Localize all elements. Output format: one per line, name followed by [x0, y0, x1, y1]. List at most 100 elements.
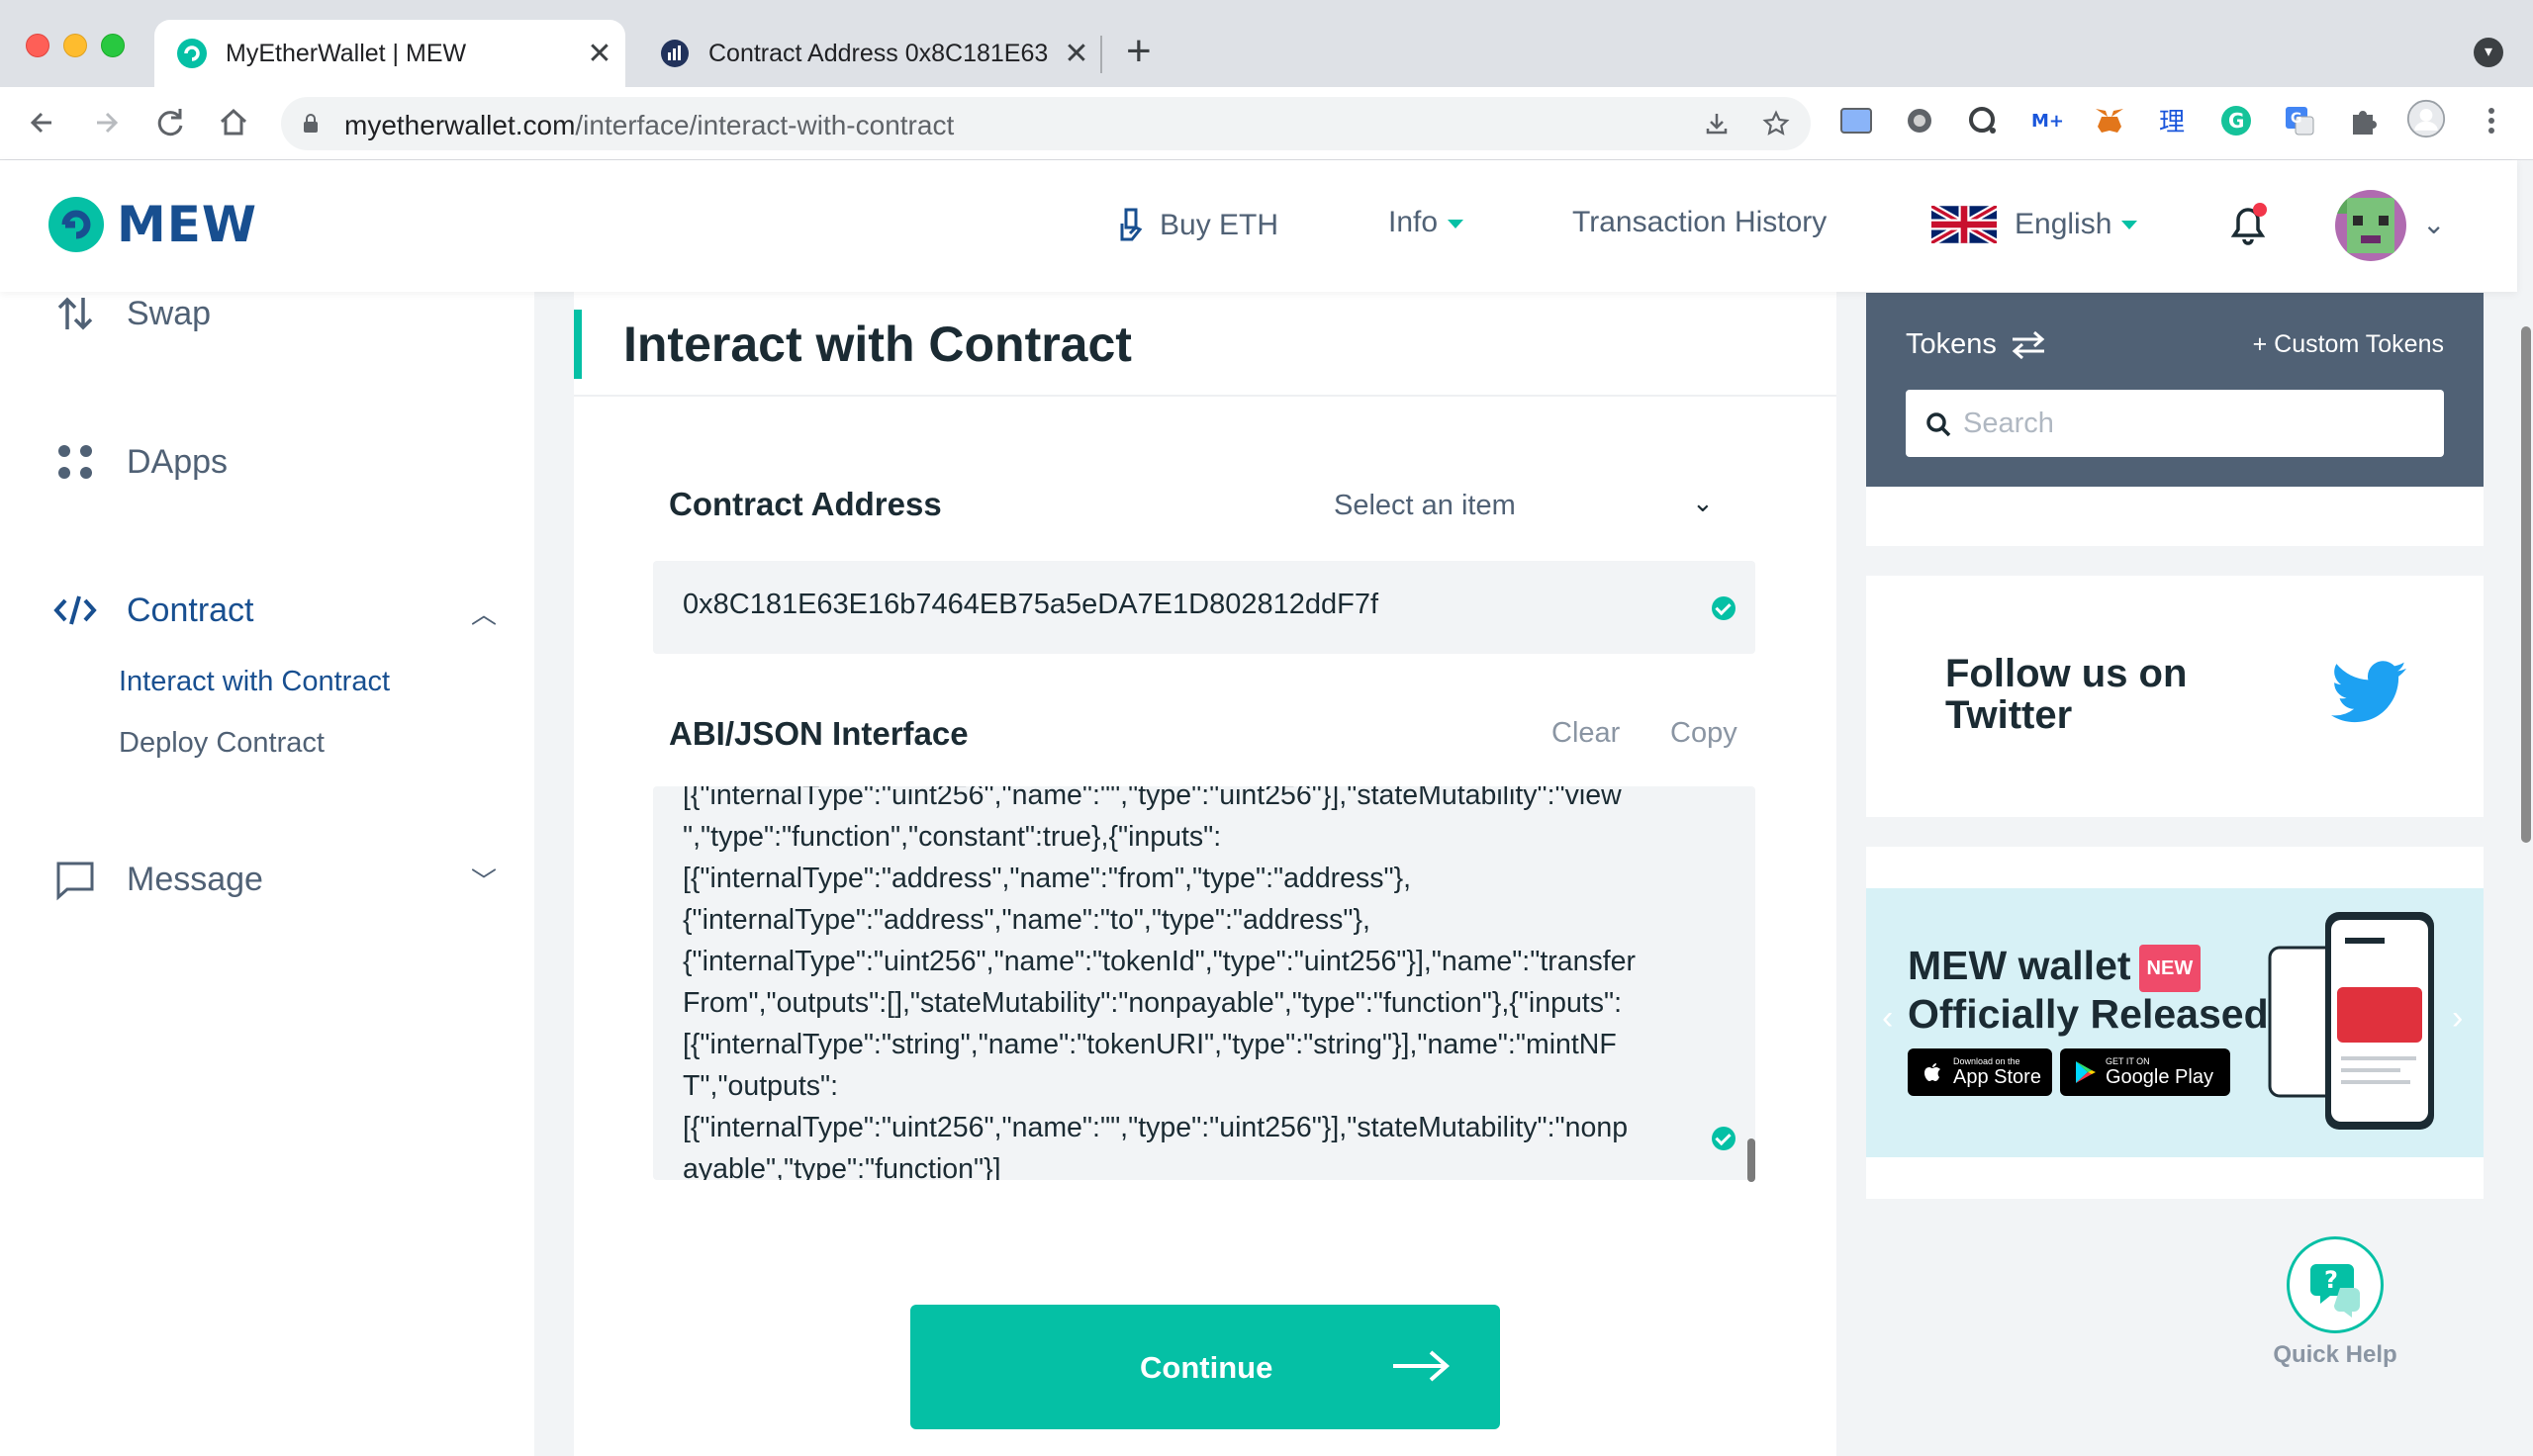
quick-help-icon: ? [2287, 1236, 2384, 1333]
swap-arrows-icon [57, 297, 93, 330]
tab-title: MyEtherWallet | MEW [226, 39, 467, 67]
app-store-button[interactable]: Download on the App Store [1908, 1048, 2052, 1096]
uk-flag-icon [1931, 206, 1997, 243]
tab-myetherwallet[interactable]: MyEtherWallet | MEW ✕ [154, 20, 625, 87]
abi-line: [{"internalType":"uint256","name":"","ty… [683, 786, 1622, 811]
grammarly-icon[interactable]: G [2216, 101, 2256, 140]
reload-icon[interactable] [148, 101, 192, 144]
extensions-puzzle-icon[interactable] [2343, 101, 2383, 140]
tab-close-icon[interactable]: ✕ [580, 37, 619, 71]
page-scrollbar[interactable] [2521, 326, 2531, 843]
twitter-line-1: Follow us on [1945, 652, 2188, 695]
tab-contract-address[interactable]: Contract Address 0x8C181E63 ✕ [637, 20, 1102, 87]
home-icon[interactable] [212, 101, 255, 144]
promo-line-2: Officially Released [1908, 991, 2269, 1038]
abi-line: From","outputs":[],"stateMutability":"no… [683, 987, 1623, 1019]
token-search-box[interactable] [1906, 390, 2444, 457]
back-arrow-icon[interactable] [22, 101, 65, 144]
interact-contract-card: Interact with Contract Contract Address … [574, 292, 1836, 1456]
google-play-icon [2076, 1061, 2096, 1083]
carousel-next-icon[interactable]: › [2452, 999, 2463, 1038]
token-search-input[interactable] [1963, 400, 2428, 447]
app-store-small-text: Download on the [1953, 1056, 2020, 1066]
quick-help-button[interactable]: ? Quick Help [2266, 1236, 2404, 1369]
twitter-card[interactable]: Follow us on Twitter [1866, 576, 2484, 817]
maximize-window-button[interactable] [101, 34, 125, 57]
mew-logo-icon [48, 197, 104, 252]
tab-close-icon[interactable]: ✕ [1057, 37, 1096, 71]
swap-horizontal-icon[interactable] [2009, 329, 2048, 361]
quick-help-label: Quick Help [2273, 1341, 2397, 1368]
google-translate-icon[interactable]: G [2280, 101, 2319, 140]
metamask-fox-icon[interactable] [2090, 101, 2129, 140]
custom-tokens-button[interactable]: + Custom Tokens [2253, 330, 2444, 359]
sidebar-item-swap[interactable]: Swap [53, 292, 211, 335]
logo-text: MEW [117, 196, 258, 253]
google-play-big-text: Google Play [2106, 1066, 2213, 1088]
contract-address-value: 0x8C181E63E16b7464EB75a5eDA7E1D802812ddF… [683, 589, 1379, 620]
sidebar-item-contract[interactable]: Contract [53, 589, 254, 632]
sidebar-subitem-deploy-contract[interactable]: Deploy Contract [119, 727, 325, 760]
continue-button[interactable]: Continue [910, 1305, 1500, 1429]
extension-m-plus-icon[interactable]: M+ [2026, 101, 2066, 140]
etherscan-favicon-icon [661, 40, 689, 67]
minimize-window-button[interactable] [63, 34, 87, 57]
abi-scrollbar[interactable] [1747, 1138, 1755, 1182]
extension-screen-icon[interactable] [1836, 101, 1876, 140]
profile-icon[interactable] [2406, 99, 2446, 138]
abi-line: [{"internalType":"address","name":"from"… [683, 863, 1412, 894]
abi-line: {"internalType":"address","name":"to","t… [683, 904, 1370, 936]
browser-menu-icon[interactable] [2480, 101, 2503, 140]
search-icon [1926, 412, 1951, 437]
promo-banner[interactable]: MEW wallet NEW Officially Released Downlo… [1866, 888, 2484, 1157]
app-store-big-text: App Store [1953, 1066, 2041, 1088]
notification-bell-icon[interactable] [2226, 200, 2270, 249]
phone-mockup-image [2268, 912, 2434, 1130]
extension-circle-icon[interactable] [1900, 101, 1939, 140]
sidebar-item-dapps[interactable]: DApps [53, 440, 228, 484]
google-play-small-text: GET IT ON [2106, 1056, 2150, 1066]
contract-address-field[interactable]: 0x8C181E63E16b7464EB75a5eDA7E1D802812ddF… [653, 561, 1755, 654]
valid-check-icon [1712, 596, 1736, 620]
sidebar-subitem-interact-with-contract[interactable]: Interact with Contract [119, 666, 390, 698]
tokens-title-label: Tokens [1906, 328, 1997, 360]
contract-select-dropdown[interactable]: Select an item [1334, 490, 1516, 522]
forward-arrow-icon[interactable] [85, 101, 129, 144]
abi-label: ABI/JSON Interface [669, 715, 969, 752]
abi-json-textarea[interactable]: [{"internalType":"uint256","name":"","ty… [653, 786, 1755, 1180]
buy-eth-link[interactable]: Buy ETH [1118, 206, 1278, 245]
abi-line: {"internalType":"uint256","name":"tokenI… [683, 946, 1636, 977]
wallet-avatar[interactable] [2335, 190, 2406, 261]
info-label: Info [1388, 206, 1439, 238]
caret-down-icon [2121, 220, 2138, 229]
url-text: myetherwallet.com/interface/interact-wit… [344, 110, 954, 141]
sidebar-item-message[interactable]: Message [53, 858, 263, 901]
chevron-up-icon[interactable]: ︿ [471, 594, 497, 631]
extension-lens-icon[interactable] [1963, 101, 2003, 140]
tokens-card: Tokens + Custom Tokens [1866, 293, 2484, 546]
install-app-icon[interactable] [1702, 109, 1732, 138]
close-window-button[interactable] [26, 34, 49, 57]
account-chevron-down-icon[interactable]: ⌄ [2422, 208, 2445, 240]
extension-kanji-icon[interactable]: 理 [2153, 101, 2193, 140]
mew-logo[interactable]: MEW [47, 196, 257, 253]
mew-header: MEW Buy ETH Info Transaction History Eng… [0, 160, 2517, 292]
language-selector[interactable]: English [1931, 206, 2138, 243]
abi-copy-button[interactable]: Copy [1670, 717, 1737, 750]
chevron-down-icon[interactable]: ⌄ [1692, 488, 1714, 518]
tab-search-chevron-icon[interactable]: ▾ [2474, 38, 2503, 67]
bookmark-star-icon[interactable] [1761, 109, 1791, 138]
new-tab-button[interactable]: + [1126, 30, 1152, 73]
abi-clear-button[interactable]: Clear [1551, 717, 1620, 750]
new-badge: NEW [2138, 945, 2202, 993]
transaction-history-link[interactable]: Transaction History [1572, 206, 1827, 239]
google-play-button[interactable]: GET IT ON Google Play [2060, 1048, 2230, 1096]
buy-eth-label: Buy ETH [1160, 209, 1279, 241]
twitter-text: Follow us on Twitter [1945, 653, 2187, 736]
apple-icon [1924, 1063, 1940, 1081]
tab-title: Contract Address 0x8C181E63 [708, 39, 1049, 67]
carousel-prev-icon[interactable]: ‹ [1882, 999, 1893, 1038]
chevron-down-icon[interactable]: ﹀ [471, 862, 497, 898]
info-dropdown[interactable]: Info [1388, 206, 1464, 239]
address-bar[interactable]: myetherwallet.com/interface/interact-wit… [281, 97, 1811, 150]
